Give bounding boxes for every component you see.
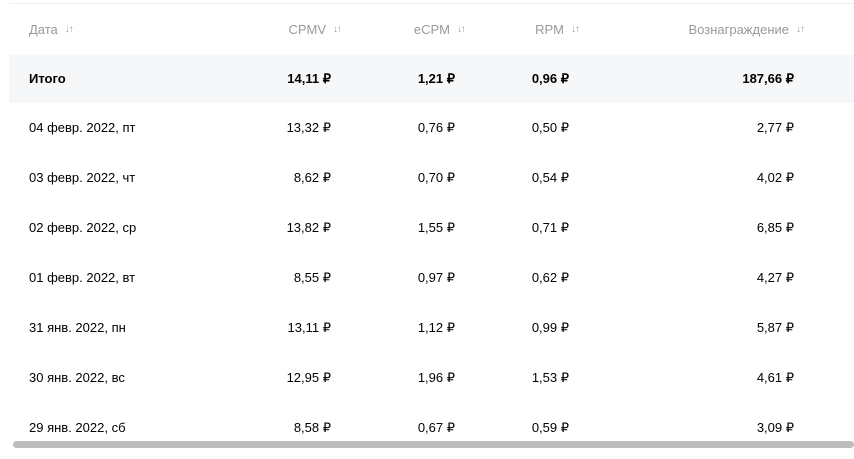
cell-cpmv: 13,82 ₽ <box>286 220 331 235</box>
column-header-label: RPM <box>535 22 564 37</box>
cell-reward: 4,02 ₽ <box>756 170 794 185</box>
column-header-label: Дата <box>29 22 58 37</box>
cell-date: 30 янв. 2022, вс <box>29 370 125 385</box>
cell-date: 03 февр. 2022, чт <box>29 170 136 185</box>
top-divider <box>9 3 854 4</box>
cell-reward: 5,87 ₽ <box>756 320 794 335</box>
cell-cpmv: 12,95 ₽ <box>286 370 331 385</box>
cell-reward: 6,85 ₽ <box>756 220 794 235</box>
cell-date: 02 февр. 2022, ср <box>29 220 137 235</box>
column-header-label: eCPM <box>413 22 450 37</box>
total-label: Итого <box>29 71 66 86</box>
sort-icon[interactable]: ↓↑ <box>796 22 805 38</box>
cell-ecpm: 0,97 ₽ <box>417 270 455 285</box>
cell-rpm: 0,99 ₽ <box>531 320 569 335</box>
cell-rpm: 0,62 ₽ <box>531 270 569 285</box>
cell-rpm: 0,54 ₽ <box>531 170 569 185</box>
table-row: 30 янв. 2022, вс 12,95 ₽ 1,96 ₽ 1,53 ₽ 4… <box>9 353 854 403</box>
cell-date: 04 февр. 2022, пт <box>29 120 136 135</box>
table-row: 01 февр. 2022, вт 8,55 ₽ 0,97 ₽ 0,62 ₽ 4… <box>9 253 854 303</box>
column-header-label: Вознаграждение <box>688 22 789 37</box>
cell-ecpm: 0,70 ₽ <box>417 170 455 185</box>
cell-reward: 4,61 ₽ <box>756 370 794 385</box>
cell-cpmv: 13,11 ₽ <box>287 320 331 335</box>
sort-icon[interactable]: ↓↑ <box>65 22 74 38</box>
cell-reward: 4,27 ₽ <box>756 270 794 285</box>
cell-date: 01 февр. 2022, вт <box>29 270 136 285</box>
column-header-label: CPMV <box>288 22 326 37</box>
sort-icon[interactable]: ↓↑ <box>333 22 340 38</box>
table-row: 03 февр. 2022, чт 8,62 ₽ 0,70 ₽ 0,54 ₽ 4… <box>9 153 854 203</box>
cell-ecpm: 0,76 ₽ <box>417 120 455 135</box>
cell-cpmv: 8,62 ₽ <box>293 170 331 185</box>
cell-ecpm: 1,12 ₽ <box>417 320 455 335</box>
column-header-cpmv[interactable]: CPMV ↓↑ <box>225 5 340 55</box>
cell-rpm: 0,71 ₽ <box>531 220 569 235</box>
total-reward: 187,66 ₽ <box>742 71 794 86</box>
sort-icon[interactable]: ↓↑ <box>571 22 579 38</box>
cell-rpm: 0,50 ₽ <box>531 120 569 135</box>
total-cpmv: 14,11 ₽ <box>287 71 331 86</box>
total-ecpm: 1,21 ₽ <box>417 71 455 86</box>
table-row: 04 февр. 2022, пт 13,32 ₽ 0,76 ₽ 0,50 ₽ … <box>9 103 854 153</box>
table-row: 31 янв. 2022, пн 13,11 ₽ 1,12 ₽ 0,99 ₽ 5… <box>9 303 854 353</box>
cell-ecpm: 1,55 ₽ <box>417 220 455 235</box>
cell-rpm: 1,53 ₽ <box>531 370 569 385</box>
cell-ecpm: 1,96 ₽ <box>417 370 455 385</box>
table-header-row: Дата ↓↑ CPMV ↓↑ eCPM ↓↑ RPM ↓↑ Вознаграж… <box>9 5 854 55</box>
statistics-table: Дата ↓↑ CPMV ↓↑ eCPM ↓↑ RPM ↓↑ Вознаграж… <box>9 5 854 453</box>
horizontal-scrollbar[interactable] <box>13 441 854 448</box>
cell-reward: 2,77 ₽ <box>756 120 794 135</box>
total-rpm: 0,96 ₽ <box>531 71 569 86</box>
cell-cpmv: 8,55 ₽ <box>293 270 331 285</box>
sort-icon[interactable]: ↓↑ <box>457 22 464 38</box>
column-header-rpm[interactable]: RPM ↓↑ <box>464 5 579 55</box>
stats-table-panel: Дата ↓↑ CPMV ↓↑ eCPM ↓↑ RPM ↓↑ Вознаграж… <box>0 0 854 459</box>
table-row: 02 февр. 2022, ср 13,82 ₽ 1,55 ₽ 0,71 ₽ … <box>9 203 854 253</box>
cell-cpmv: 13,32 ₽ <box>286 120 331 135</box>
column-header-date[interactable]: Дата ↓↑ <box>9 5 225 55</box>
column-header-ecpm[interactable]: eCPM ↓↑ <box>340 5 464 55</box>
column-header-reward[interactable]: Вознаграждение ↓↑ <box>579 5 854 55</box>
cell-date: 31 янв. 2022, пн <box>29 320 126 335</box>
total-row: Итого 14,11 ₽ 1,21 ₽ 0,96 ₽ 187,66 ₽ <box>9 55 854 103</box>
